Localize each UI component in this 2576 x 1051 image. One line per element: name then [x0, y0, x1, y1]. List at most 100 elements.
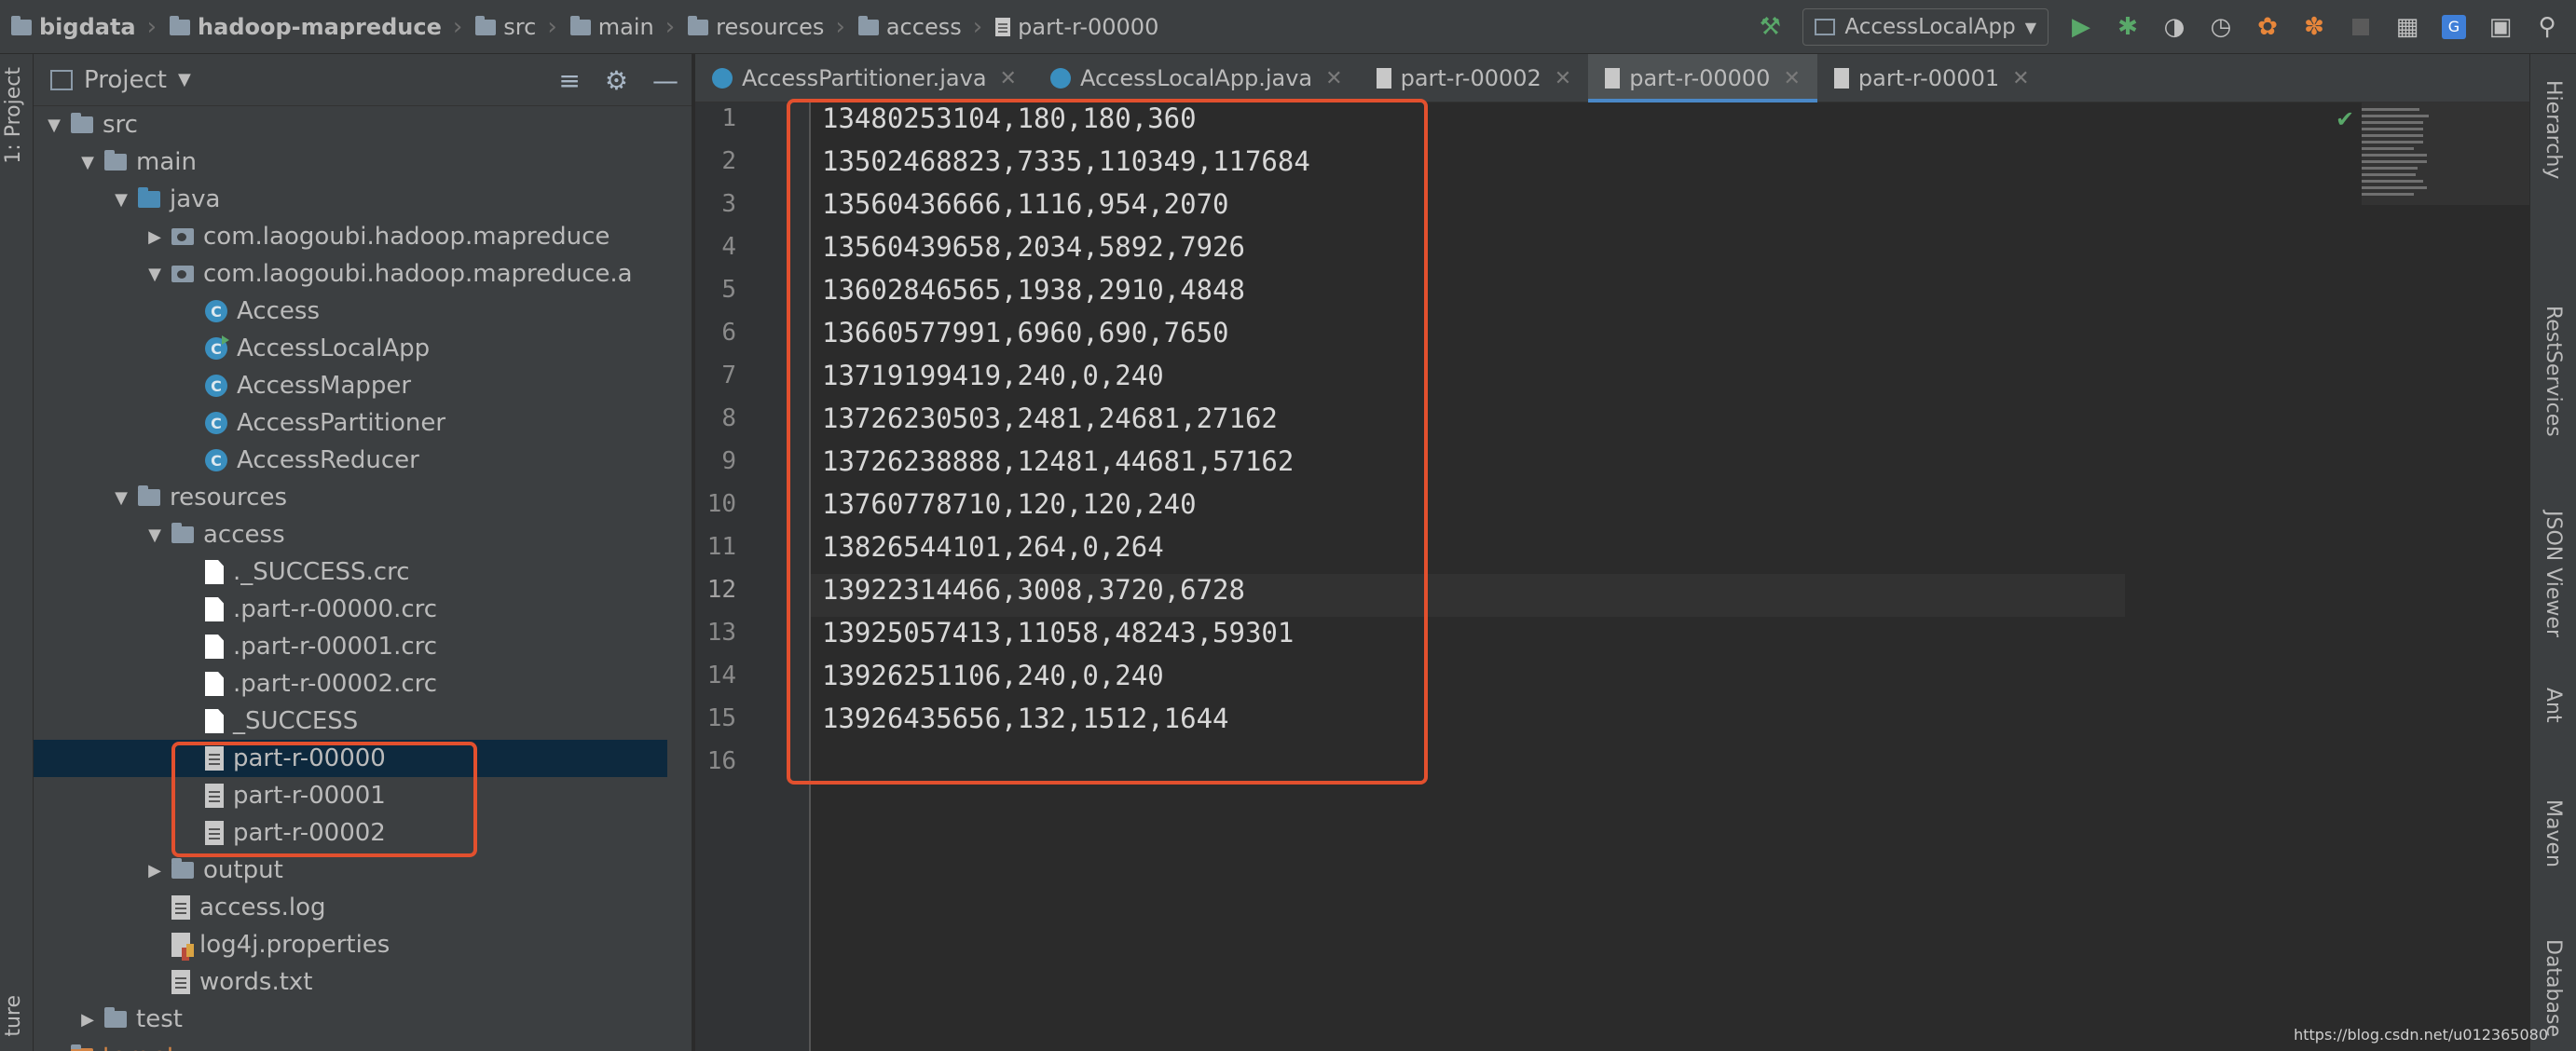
close-icon[interactable]: ✕ [1783, 67, 1800, 90]
translate-icon[interactable]: G [2440, 13, 2468, 41]
tab-project-tool[interactable]: 1: Project [2, 67, 25, 164]
tree-item[interactable]: part-r-00002 [34, 814, 667, 852]
tab-editor-file[interactable]: AccessPartitioner.java ✕ [695, 54, 1034, 102]
breadcrumb-item[interactable]: src › [475, 13, 569, 41]
tree-item[interactable]: ▶ target [34, 1038, 667, 1051]
terminal-icon[interactable]: ▣ [2487, 13, 2514, 41]
breadcrumb-item[interactable]: access › [857, 13, 995, 41]
code-line[interactable]: 13560439658,2034,5892,7926 [822, 225, 1245, 268]
close-icon[interactable]: ✕ [2012, 67, 2029, 90]
coverage-icon[interactable]: ◑ [2160, 13, 2188, 41]
tree-item-label: access [203, 521, 285, 549]
run-configuration-select[interactable]: AccessLocalApp ▼ [1802, 8, 2048, 46]
tree-item[interactable]: .part-r-00000.crc [34, 591, 667, 628]
tree-item[interactable]: C AccessLocalApp [34, 330, 667, 367]
tree-item[interactable]: C Access [34, 293, 667, 330]
tab-ant-tool[interactable]: Ant [2542, 688, 2565, 723]
breadcrumb-item[interactable]: bigdata › [11, 13, 170, 41]
breadcrumb-item[interactable]: main › [569, 13, 688, 41]
tree-item-label: com.laogoubi.hadoop.mapreduce.a [203, 260, 633, 288]
tree-item[interactable]: ▼ access [34, 516, 667, 553]
tree-item-label: AccessReducer [237, 446, 419, 474]
code-line[interactable]: 13922314466,3008,3720,6728 [822, 568, 1245, 611]
chevron-down-icon[interactable]: ▼ [145, 526, 164, 545]
tree-item[interactable]: .part-r-00001.crc [34, 628, 667, 665]
tree-item[interactable]: .part-r-00002.crc [34, 665, 667, 703]
tree-item[interactable]: _SUCCESS [34, 703, 667, 740]
close-icon[interactable]: ✕ [1325, 67, 1342, 90]
tree-item[interactable]: ▼ main [34, 143, 667, 181]
code-line[interactable]: 13726238888,12481,44681,57162 [822, 440, 1294, 483]
tree-item[interactable]: C AccessReducer [34, 442, 667, 479]
build-hammer-icon[interactable]: ⚒ [1756, 13, 1784, 41]
tree-item[interactable]: ▶ test [34, 1001, 667, 1038]
code-line[interactable]: 13502468823,7335,110349,117684 [822, 140, 1310, 183]
code-line[interactable]: 13480253104,180,180,360 [822, 97, 1197, 140]
tree-item[interactable]: ▼ src [34, 106, 667, 143]
code-line[interactable]: 13660577991,6960,690,7650 [822, 311, 1229, 354]
chevron-down-icon[interactable]: ▼ [112, 488, 130, 508]
code-line[interactable]: 13719199419,240,0,240 [822, 354, 1164, 397]
code-line[interactable]: 13826544101,264,0,264 [822, 526, 1164, 568]
chevron-down-icon[interactable]: ▼ [78, 153, 97, 172]
chevron-down-icon[interactable]: ▼ [45, 116, 63, 135]
debug-icon[interactable]: ✱ [2114, 13, 2142, 41]
tab-database-tool[interactable]: Database [2542, 939, 2565, 1037]
tab-editor-file[interactable]: AccessLocalApp.java ✕ [1034, 54, 1360, 102]
chevron-down-icon[interactable]: ▼ [112, 190, 130, 210]
gear-icon[interactable]: ⚙ [605, 65, 628, 96]
chevron-right-icon[interactable]: ▶ [78, 1010, 97, 1030]
project-panel-title[interactable]: Project [84, 66, 167, 94]
close-icon[interactable]: ✕ [1555, 67, 1571, 90]
code-line[interactable]: 13726230503,2481,24681,27162 [822, 397, 1278, 440]
tree-item[interactable]: ▼ resources [34, 479, 667, 516]
debug-bug-icon[interactable]: ✽ [2300, 13, 2328, 41]
tree-item[interactable]: part-r-00000 [34, 740, 667, 777]
code-line[interactable]: 13760778710,120,120,240 [822, 483, 1197, 526]
chevron-right-icon[interactable]: ▶ [45, 1047, 63, 1051]
minimap[interactable] [2362, 108, 2432, 211]
hide-panel-icon[interactable]: — [652, 65, 678, 96]
editor[interactable]: 1 2 3 4 5 6 7 8 9 10 11 12 13 14 15 16 13480253104,180,… [695, 102, 2529, 1051]
tree-item[interactable]: words.txt [34, 963, 667, 1001]
tree-item[interactable]: access.log [34, 889, 667, 926]
project-structure-icon[interactable]: ▦ [2393, 13, 2421, 41]
tab-editor-file[interactable]: part-r-00001 ✕ [1817, 54, 2047, 102]
run-icon[interactable]: ▶ [2067, 13, 2095, 41]
tree-item-label: src [103, 111, 138, 139]
breadcrumb-item[interactable]: hadoop-mapreduce › [170, 13, 475, 41]
tree-item[interactable]: ▶ output [34, 852, 667, 889]
tree-item[interactable]: C AccessPartitioner [34, 404, 667, 442]
code-line[interactable]: 13560436666,1116,954,2070 [822, 183, 1229, 225]
code-line[interactable]: 13602846565,1938,2910,4848 [822, 268, 1245, 311]
attach-icon[interactable]: ✿ [2254, 13, 2281, 41]
stop-icon[interactable] [2347, 13, 2375, 41]
tab-json-viewer-tool[interactable]: JSON Viewer [2542, 511, 2565, 637]
tab-editor-file[interactable]: part-r-00000 ✕ [1588, 54, 1817, 102]
profile-icon[interactable]: ◷ [2207, 13, 2235, 41]
tree-item[interactable]: log4j.properties [34, 926, 667, 963]
chevron-down-icon[interactable]: ▼ [178, 70, 191, 89]
tree-item[interactable]: part-r-00001 [34, 777, 667, 814]
chevron-right-icon[interactable]: ▶ [145, 227, 164, 247]
collapse-all-icon[interactable]: ≡ [558, 65, 580, 96]
tab-structure-tool[interactable]: ture [2, 995, 25, 1037]
tab-editor-file[interactable]: part-r-00002 ✕ [1360, 54, 1589, 102]
code-line[interactable]: 13925057413,11058,48243,59301 [822, 611, 1294, 654]
tab-maven-tool[interactable]: Maven [2542, 799, 2565, 867]
tab-hierarchy-tool[interactable]: Hierarchy [2542, 80, 2565, 179]
tree-item[interactable]: ▶ com.laogoubi.hadoop.mapreduce [34, 218, 667, 255]
search-icon[interactable]: ⚲ [2533, 13, 2561, 41]
breadcrumb-item[interactable]: resources › [688, 13, 858, 41]
tree-item[interactable]: C AccessMapper [34, 367, 667, 404]
tab-restservices-tool[interactable]: RestServices [2542, 306, 2565, 437]
tree-item[interactable]: ._SUCCESS.crc [34, 553, 667, 591]
code-line[interactable]: 13926251106,240,0,240 [822, 654, 1164, 697]
tree-item[interactable]: ▼ com.laogoubi.hadoop.mapreduce.a [34, 255, 667, 293]
breadcrumb-item[interactable]: part-r-00000 [995, 14, 1158, 40]
tree-item[interactable]: ▼ java [34, 181, 667, 218]
code-line[interactable]: 13926435656,132,1512,1644 [822, 697, 1229, 740]
chevron-down-icon[interactable]: ▼ [145, 265, 164, 284]
chevron-right-icon[interactable]: ▶ [145, 861, 164, 880]
close-icon[interactable]: ✕ [1000, 67, 1017, 90]
